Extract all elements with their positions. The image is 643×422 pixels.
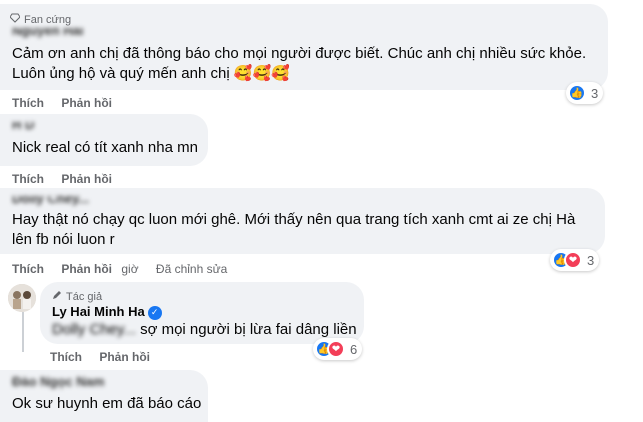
reply-author[interactable]: Ly Hai Minh Ha ✓ <box>52 304 162 320</box>
thread-line <box>22 312 24 352</box>
heart-eyes-emoji: 🥰 <box>233 65 253 82</box>
love-icon: ❤ <box>327 340 345 358</box>
reply-link[interactable]: Phản hồi <box>61 262 112 276</box>
reply-author-name: Ly Hai Minh Ha <box>52 304 145 319</box>
comment-1-text-line-1: Cảm ơn anh chị đã thông báo cho mọi ngườ… <box>12 45 587 62</box>
comment-2-author[interactable]: H D <box>12 122 34 132</box>
comment-3-author[interactable]: Dolly Chey... <box>12 196 89 206</box>
comment-3-reactions[interactable]: 👍 ❤ 3 <box>550 249 600 271</box>
love-icon: ❤ <box>564 251 582 269</box>
heart-eyes-emoji: 🥰 <box>271 65 290 82</box>
like-link[interactable]: Thích <box>12 262 44 276</box>
pencil-icon <box>52 290 62 303</box>
like-link[interactable]: Thích <box>12 172 44 186</box>
comment-5-text: Ok sư huynh em đã báo cáo <box>12 395 202 412</box>
author-badge-label: Tác giả <box>66 290 103 303</box>
comment-5-author[interactable]: Đào Ngọc Nam <box>12 377 104 389</box>
reply-link[interactable]: Phản hồi <box>61 96 112 110</box>
like-link[interactable]: Thích <box>12 96 44 110</box>
comment-1-actions: Thích Phản hồi <box>12 96 126 110</box>
reaction-count: 3 <box>591 85 599 101</box>
reaction-count: 3 <box>587 252 595 268</box>
heart-eyes-emoji: 🥰 <box>252 65 272 82</box>
comment-2-text: Nick real có tít xanh nha mn <box>12 139 198 156</box>
reaction-count: 6 <box>350 341 358 357</box>
comment-3-actions: Thích Phản hồi giờ Đã chỉnh sửa <box>12 262 241 276</box>
comment-1-author[interactable]: Nguyễn Hải <box>12 28 84 38</box>
comment-1-text-line-2-text: Luôn ủng hộ và quý mến anh chị <box>12 65 230 82</box>
reply-link[interactable]: Phản hồi <box>61 172 112 186</box>
reply-actions: Thích Phản hồi <box>50 350 164 364</box>
comment-1-reactions[interactable]: 👍 3 <box>566 82 604 104</box>
comment-time[interactable]: giờ <box>121 262 138 276</box>
comment-1-badge-label: Fan cứng <box>24 13 72 26</box>
comment-1-badge: Fan cứng <box>9 13 72 26</box>
comment-1-text-line-2: Luôn ủng hộ và quý mến anh chị 🥰🥰🥰 <box>12 64 290 84</box>
avatar[interactable] <box>8 284 36 312</box>
comment-3-text-line-1: Hay thật nó chạy qc luon mới ghê. Mới th… <box>12 211 576 228</box>
verified-badge-icon: ✓ <box>147 305 162 320</box>
reply-link[interactable]: Phản hồi <box>99 350 150 364</box>
reply-text: Dolly Chey... sợ mọi người bị lừa fai dâ… <box>52 320 357 340</box>
reply-text-body: sợ mọi người bị lừa fai dâng liền <box>140 321 357 338</box>
edited-label: Đã chỉnh sửa <box>155 262 228 276</box>
diamond-icon <box>9 13 21 26</box>
comment-2-actions: Thích Phản hồi <box>12 172 126 186</box>
comment-3-text-line-2: lên fb nói luon r <box>12 231 115 248</box>
mention-link[interactable]: Dolly Chey... <box>52 321 136 338</box>
like-link[interactable]: Thích <box>50 350 82 364</box>
like-icon: 👍 <box>568 84 586 102</box>
reply-reactions[interactable]: 👍 ❤ 6 <box>313 338 363 360</box>
author-badge: Tác giả <box>52 290 102 303</box>
